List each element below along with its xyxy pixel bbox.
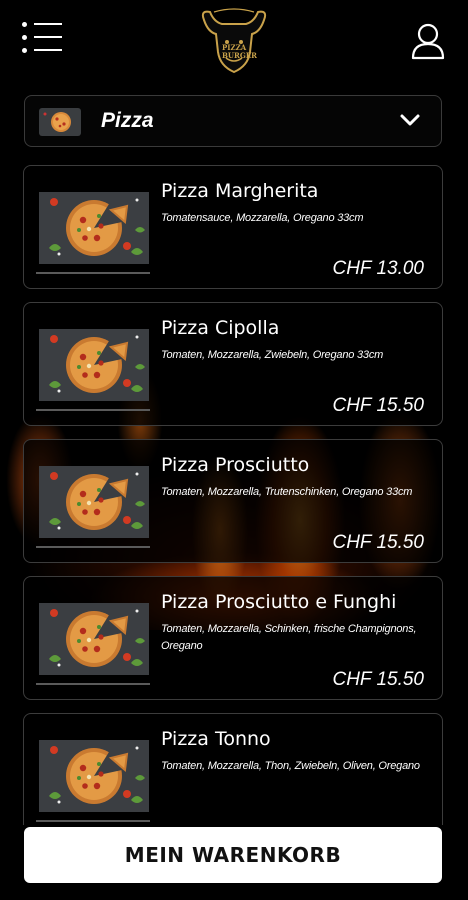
cart-button[interactable]: MEIN WARENKORB	[24, 827, 442, 883]
product-name: Pizza Prosciutto	[161, 454, 310, 476]
image-underline	[36, 546, 150, 548]
product-name: Pizza Prosciutto e Funghi	[161, 591, 397, 613]
bull-head-logo[interactable]: PIZZA BURGER	[196, 8, 272, 78]
product-card[interactable]: Pizza Prosciutto Tomaten, Mozzarella, Tr…	[23, 439, 443, 563]
product-description: Tomatensauce, Mozzarella, Oregano 33cm	[161, 212, 364, 224]
product-description: Tomaten, Mozzarella, Trutenschinken, Ore…	[161, 486, 413, 498]
product-name: Pizza Tonno	[161, 728, 271, 750]
pizza-image	[39, 329, 149, 401]
product-description: Tomaten, Mozzarella, Schinken, frische C…	[161, 623, 417, 652]
product-price: CHF 15.50	[332, 532, 424, 553]
pizza-image	[39, 740, 149, 812]
app-header: PIZZA BURGER	[0, 0, 468, 90]
product-price: CHF 13.00	[332, 258, 424, 279]
category-dropdown[interactable]: Pizza	[24, 95, 442, 147]
category-label: Pizza	[101, 109, 154, 132]
chevron-down-icon[interactable]	[399, 112, 421, 128]
image-underline	[36, 272, 150, 274]
product-price: CHF 15.50	[332, 395, 424, 416]
product-description: Tomaten, Mozzarella, Zwiebeln, Oregano 3…	[161, 349, 384, 361]
product-card[interactable]: Pizza Cipolla Tomaten, Mozzarella, Zwieb…	[23, 302, 443, 426]
pizza-image	[39, 603, 149, 675]
user-profile-icon[interactable]	[410, 22, 446, 60]
product-list[interactable]: Pizza Margherita Tomatensauce, Mozzarell…	[0, 165, 468, 825]
logo-text: PIZZA BURGER	[222, 43, 257, 60]
product-card[interactable]: Pizza Tonno Tomaten, Mozzarella, Thon, Z…	[23, 713, 443, 825]
product-description: Tomaten, Mozzarella, Thon, Zwiebeln, Oli…	[161, 760, 420, 772]
pizza-image	[39, 192, 149, 264]
pizza-image	[39, 466, 149, 538]
product-price: CHF 15.50	[332, 669, 424, 690]
product-name: Pizza Margherita	[161, 180, 319, 202]
image-underline	[36, 409, 150, 411]
product-card[interactable]: Pizza Prosciutto e Funghi Tomaten, Mozza…	[23, 576, 443, 700]
category-thumbnail	[39, 108, 81, 136]
image-underline	[36, 683, 150, 685]
product-card[interactable]: Pizza Margherita Tomatensauce, Mozzarell…	[23, 165, 443, 289]
menu-list-icon[interactable]	[22, 22, 66, 56]
image-underline	[36, 820, 150, 822]
product-name: Pizza Cipolla	[161, 317, 280, 339]
